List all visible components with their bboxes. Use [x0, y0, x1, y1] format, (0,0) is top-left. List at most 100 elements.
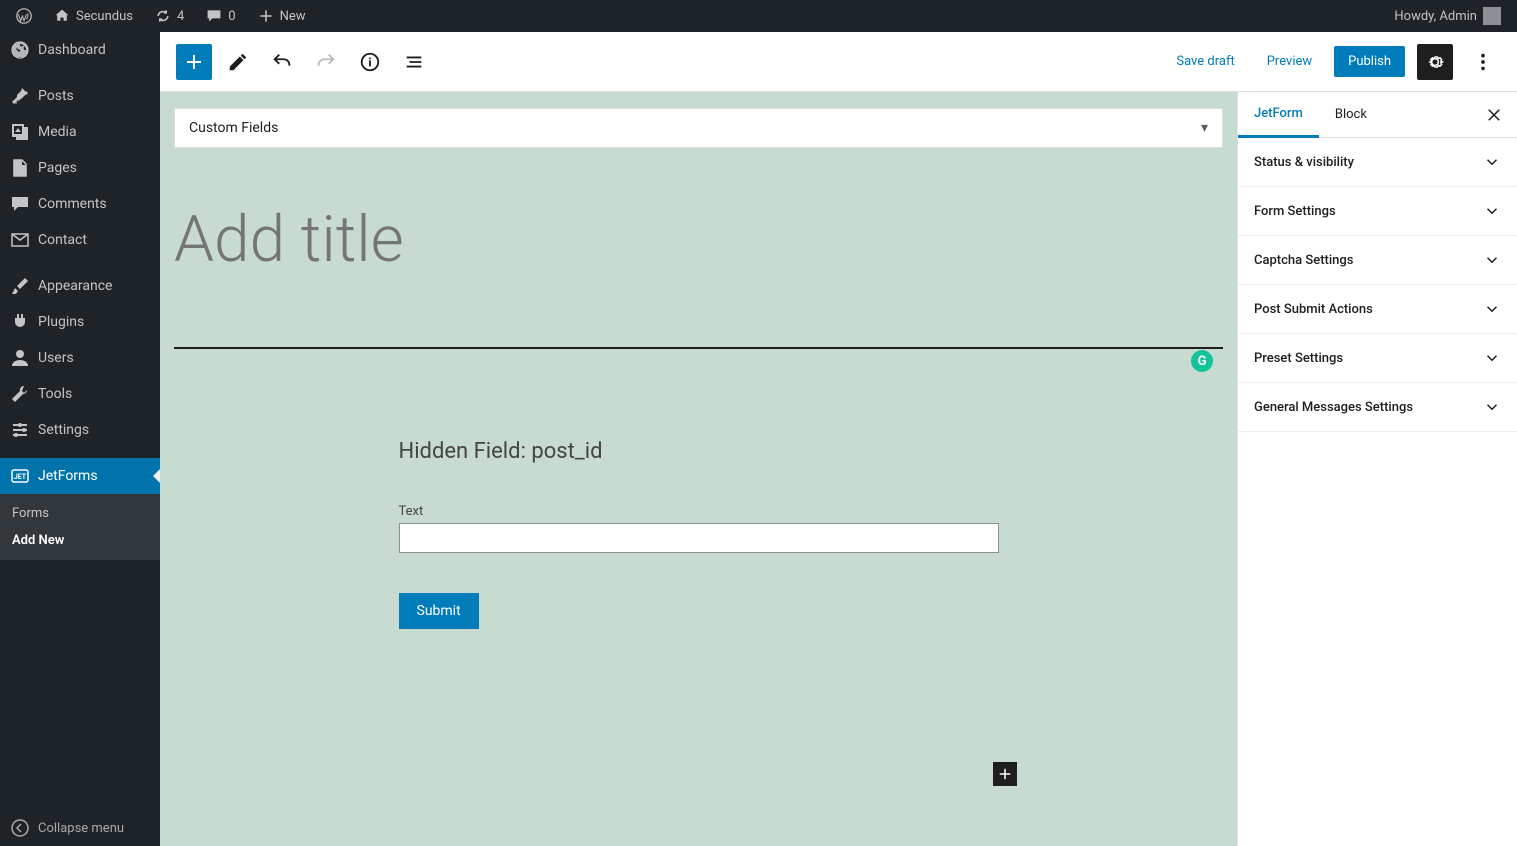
chevron-down-icon [1483, 398, 1501, 416]
menu-label: Dashboard [38, 42, 106, 58]
sliders-icon [10, 420, 30, 440]
menu-settings[interactable]: Settings [0, 412, 160, 448]
menu-contact[interactable]: Contact [0, 222, 160, 258]
pages-icon [10, 158, 30, 178]
settings-close-button[interactable] [1471, 106, 1517, 124]
settings-row-form[interactable]: Form Settings [1238, 187, 1517, 236]
menu-tools[interactable]: Tools [0, 376, 160, 412]
menu-label: Pages [38, 160, 77, 176]
settings-row-label: Status & visibility [1254, 155, 1354, 170]
wp-logo[interactable] [8, 0, 40, 32]
menu-jetforms[interactable]: JET JetForms [0, 458, 160, 494]
home-icon [54, 8, 70, 24]
admin-sidebar: Dashboard Posts Media Pages Comments Con… [0, 32, 160, 846]
undo-button[interactable] [264, 44, 300, 80]
menu-media[interactable]: Media [0, 114, 160, 150]
settings-row-label: Preset Settings [1254, 351, 1343, 366]
add-block-button[interactable] [176, 44, 212, 80]
menu-label: Comments [38, 196, 107, 212]
comments-link[interactable]: 0 [198, 0, 243, 32]
title-input[interactable] [174, 162, 1223, 347]
menu-comments[interactable]: Comments [0, 186, 160, 222]
menu-label: JetForms [38, 468, 98, 484]
wrench-icon [10, 384, 30, 404]
brush-icon [10, 276, 30, 296]
custom-fields-dropdown[interactable]: Custom Fields ▾ [174, 108, 1223, 148]
edit-mode-button[interactable] [220, 44, 256, 80]
settings-panel: JetForm Block Status & visibility Form S… [1237, 92, 1517, 846]
menu-posts[interactable]: Posts [0, 78, 160, 114]
tab-block[interactable]: Block [1319, 93, 1383, 136]
more-options-button[interactable] [1465, 44, 1501, 80]
dashboard-icon [10, 40, 30, 60]
media-icon [10, 122, 30, 142]
form-preview: Hidden Field: post_id Text Submit [359, 439, 1039, 629]
menu-label: Media [38, 124, 77, 140]
menu-label: Settings [38, 422, 89, 438]
preview-button[interactable]: Preview [1257, 48, 1322, 75]
user-icon [10, 348, 30, 368]
outline-button[interactable] [396, 44, 432, 80]
menu-pages[interactable]: Pages [0, 150, 160, 186]
updates-link[interactable]: 4 [147, 0, 192, 32]
tab-jetform[interactable]: JetForm [1238, 92, 1319, 138]
menu-dashboard[interactable]: Dashboard [0, 32, 160, 68]
updates-icon [155, 8, 171, 24]
new-label: New [280, 9, 306, 24]
site-name-link[interactable]: Secundus [46, 0, 141, 32]
new-link[interactable]: New [250, 0, 314, 32]
pin-icon [10, 86, 30, 106]
hidden-field-label: Hidden Field: post_id [399, 439, 999, 464]
settings-row-label: General Messages Settings [1254, 400, 1413, 415]
comments-icon [206, 8, 222, 24]
submit-button[interactable]: Submit [399, 593, 479, 629]
menu-label: Contact [38, 232, 87, 248]
wordpress-icon [16, 8, 32, 24]
publish-button[interactable]: Publish [1334, 46, 1405, 77]
settings-row-label: Captcha Settings [1254, 253, 1353, 268]
plus-icon [258, 8, 274, 24]
editor: Save draft Preview Publish Custom Fields… [160, 32, 1517, 846]
avatar [1483, 7, 1501, 25]
settings-row-label: Form Settings [1254, 204, 1336, 219]
settings-row-post-submit[interactable]: Post Submit Actions [1238, 285, 1517, 334]
adminbar: Secundus 4 0 New Howdy, Admin [0, 0, 1517, 32]
submenu-add-new[interactable]: Add New [0, 527, 160, 554]
collapse-icon [10, 818, 30, 838]
canvas-scroll[interactable]: Custom Fields ▾ G Hidden Field: post_id … [160, 92, 1237, 846]
chevron-down-icon [1483, 153, 1501, 171]
menu-label: Plugins [38, 314, 84, 330]
menu-label: Tools [38, 386, 72, 402]
menu-label: Appearance [38, 278, 112, 294]
menu-users[interactable]: Users [0, 340, 160, 376]
menu-label: Users [38, 350, 74, 366]
settings-row-messages[interactable]: General Messages Settings [1238, 383, 1517, 432]
canvas: Custom Fields ▾ G Hidden Field: post_id … [160, 92, 1237, 846]
settings-toggle-button[interactable] [1417, 44, 1453, 80]
menu-appearance[interactable]: Appearance [0, 268, 160, 304]
howdy-account[interactable]: Howdy, Admin [1386, 0, 1509, 32]
settings-row-label: Post Submit Actions [1254, 302, 1373, 317]
updates-count: 4 [177, 9, 184, 24]
add-block-inline-button[interactable] [993, 762, 1017, 786]
text-field-input[interactable] [399, 523, 999, 553]
chevron-down-icon [1483, 349, 1501, 367]
settings-row-preset[interactable]: Preset Settings [1238, 334, 1517, 383]
settings-row-status[interactable]: Status & visibility [1238, 138, 1517, 187]
grammarly-badge[interactable]: G [1191, 350, 1213, 372]
settings-row-captcha[interactable]: Captcha Settings [1238, 236, 1517, 285]
collapse-label: Collapse menu [38, 821, 124, 836]
plug-icon [10, 312, 30, 332]
caret-down-icon: ▾ [1201, 120, 1208, 136]
collapse-menu[interactable]: Collapse menu [0, 810, 160, 846]
site-name-label: Secundus [76, 9, 133, 24]
menu-plugins[interactable]: Plugins [0, 304, 160, 340]
redo-button[interactable] [308, 44, 344, 80]
chevron-down-icon [1483, 202, 1501, 220]
info-button[interactable] [352, 44, 388, 80]
submenu-forms[interactable]: Forms [0, 500, 160, 527]
editor-header: Save draft Preview Publish [160, 32, 1517, 92]
save-draft-button[interactable]: Save draft [1166, 48, 1244, 75]
chevron-down-icon [1483, 300, 1501, 318]
submenu-jetforms: Forms Add New [0, 494, 160, 560]
